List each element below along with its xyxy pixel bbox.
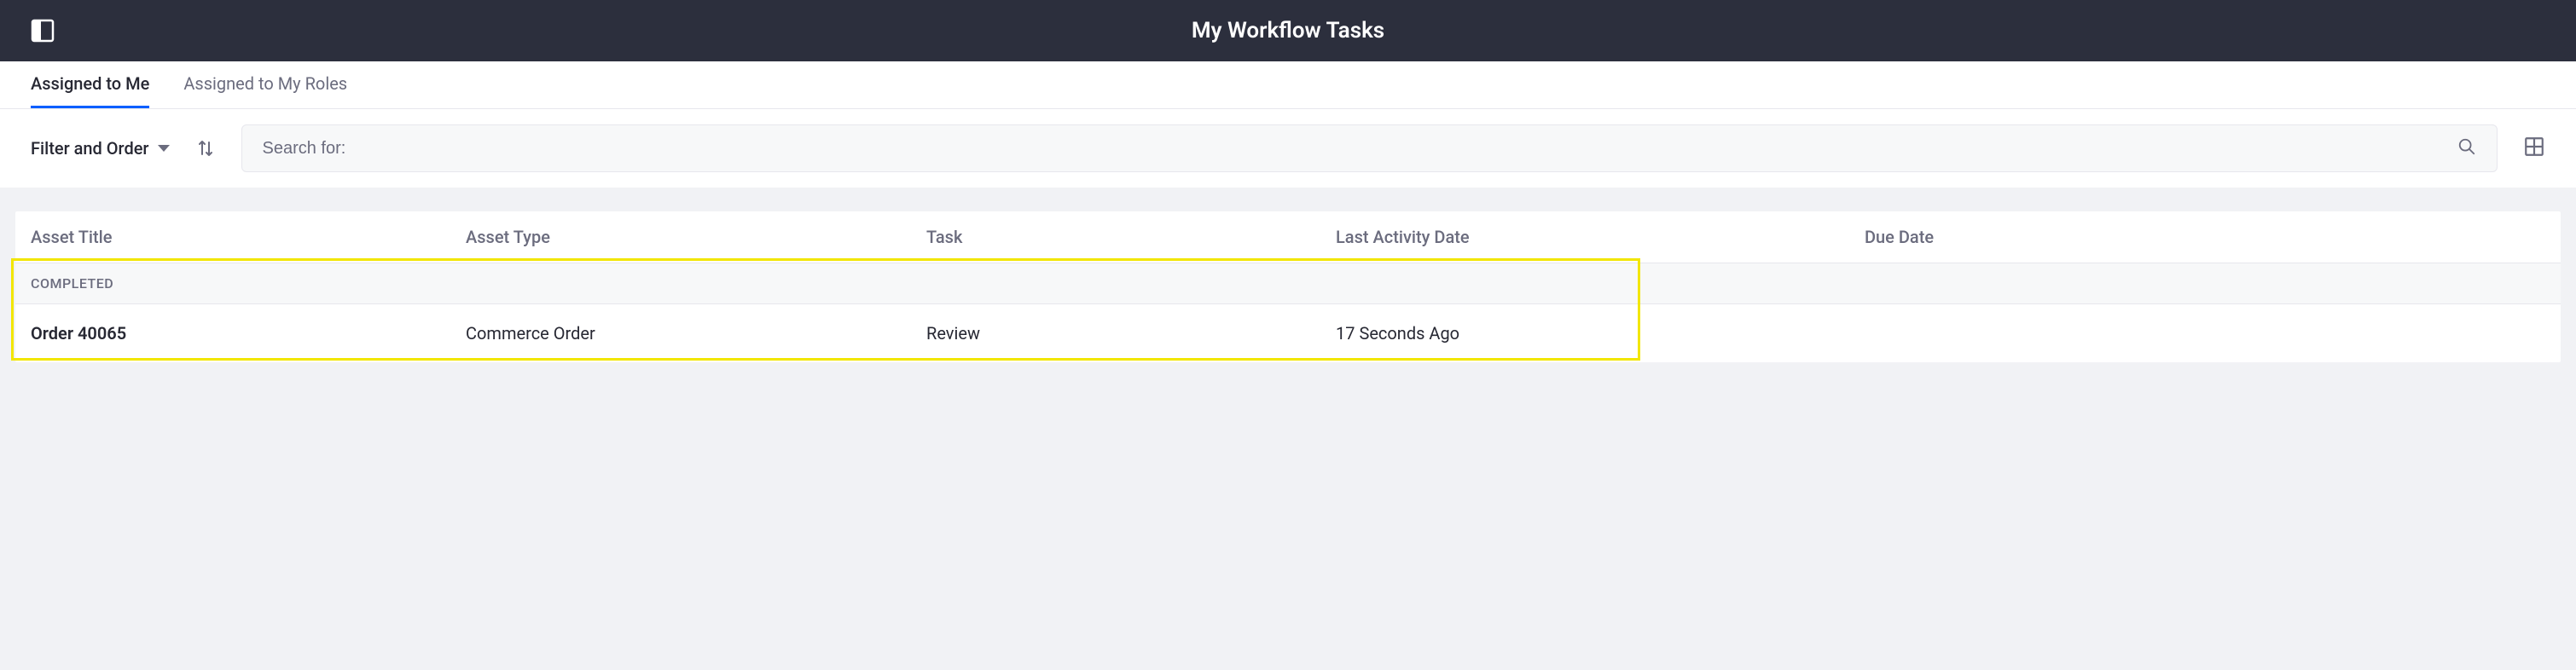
search-container <box>241 124 2498 172</box>
view-grid-button[interactable] <box>2523 136 2545 161</box>
col-header-asset-type[interactable]: Asset Type <box>466 227 926 247</box>
cell-asset-title: Order 40065 <box>31 323 466 344</box>
col-header-last-activity[interactable]: Last Activity Date <box>1336 227 1865 247</box>
tab-assigned-to-me[interactable]: Assigned to Me <box>31 60 149 108</box>
col-header-asset-title[interactable]: Asset Title <box>31 227 466 247</box>
filter-and-order-button[interactable]: Filter and Order <box>31 138 170 159</box>
content-area: Asset Title Asset Type Task Last Activit… <box>0 188 2576 378</box>
col-header-due-date[interactable]: Due Date <box>1865 227 2545 247</box>
col-header-task[interactable]: Task <box>926 227 1336 247</box>
table-row[interactable]: Order 40065 Commerce Order Review 17 Sec… <box>15 304 2561 362</box>
caret-down-icon <box>158 145 170 152</box>
tab-assigned-to-my-roles[interactable]: Assigned to My Roles <box>183 60 347 108</box>
cell-asset-type: Commerce Order <box>466 323 926 344</box>
toolbar: Filter and Order <box>0 109 2576 188</box>
app-header: My Workflow Tasks <box>0 0 2576 61</box>
tasks-card: Asset Title Asset Type Task Last Activit… <box>15 211 2561 362</box>
tabs-bar: Assigned to Me Assigned to My Roles <box>0 61 2576 109</box>
search-icon[interactable] <box>2457 137 2476 159</box>
table-header-row: Asset Title Asset Type Task Last Activit… <box>15 211 2561 263</box>
cell-last-activity: 17 Seconds Ago <box>1336 323 1865 344</box>
cell-task: Review <box>926 323 1336 344</box>
search-input[interactable] <box>263 139 2458 159</box>
panel-toggle-icon[interactable] <box>31 19 55 43</box>
page-title: My Workflow Tasks <box>1192 18 1384 43</box>
filter-order-label: Filter and Order <box>31 138 149 159</box>
group-header-completed: COMPLETED <box>15 263 2561 304</box>
sort-button[interactable] <box>195 138 216 159</box>
